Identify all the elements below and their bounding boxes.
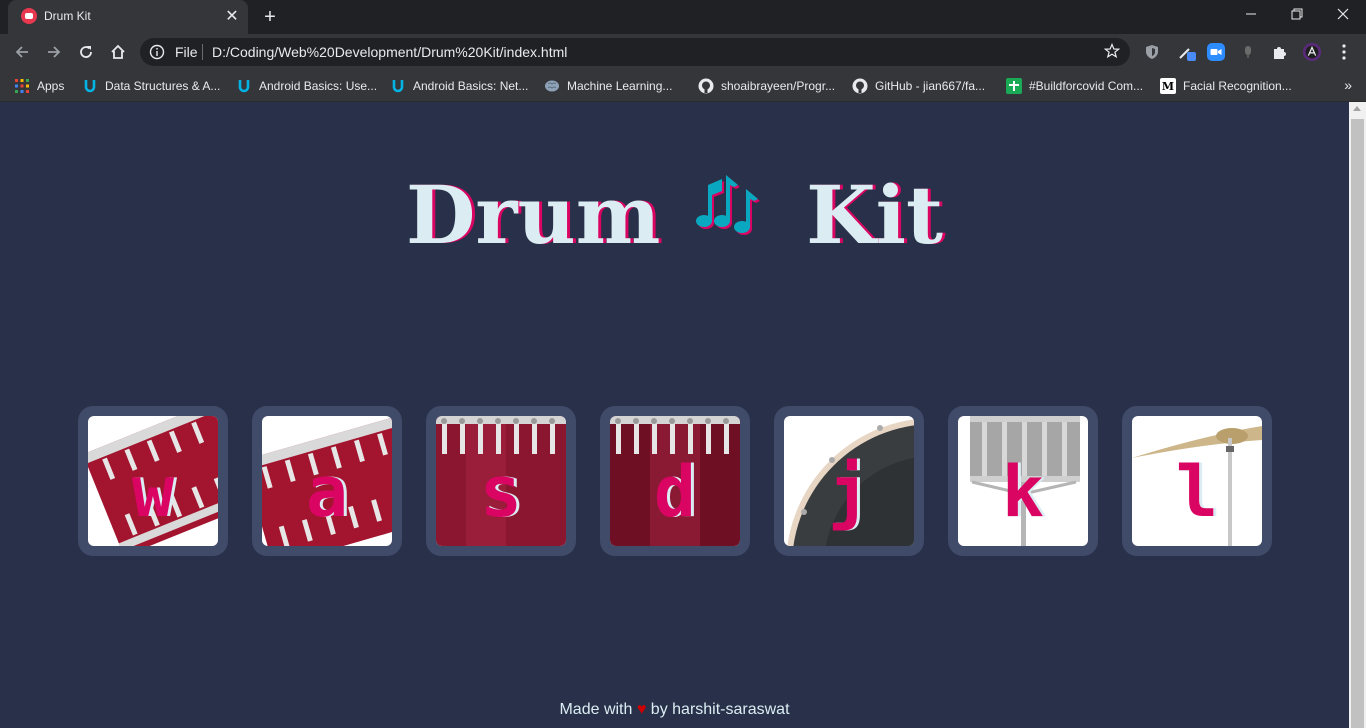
key-letter: a — [305, 451, 349, 533]
bookmark-item[interactable]: GitHub - jian667/fa... — [852, 77, 985, 95]
tab-title: Drum Kit — [44, 9, 91, 23]
bookmark-label: Machine Learning... — [567, 79, 673, 93]
address-bar[interactable]: File D:/Coding/Web%20Development/Drum%20… — [140, 38, 1130, 66]
bookmark-item[interactable]: shoaibrayeen/Progr... — [698, 77, 835, 95]
drum-key-l[interactable]: l — [1122, 406, 1272, 556]
drum-image: a — [262, 416, 392, 546]
drum-key-d[interactable]: d — [600, 406, 750, 556]
drum-key-k[interactable]: k — [948, 406, 1098, 556]
profile-avatar-icon[interactable] — [1302, 42, 1322, 62]
bookmark-label: Android Basics: Net... — [413, 79, 529, 93]
bookmark-item[interactable]: Android Basics: Use... — [236, 77, 377, 95]
close-window-button[interactable] — [1320, 0, 1366, 30]
key-letter: k — [1001, 451, 1045, 533]
new-tab-button[interactable]: + — [258, 5, 282, 29]
title-kit: Kit — [806, 168, 943, 262]
bookmarks-bar: Apps Data Structures & A... Android Basi… — [0, 70, 1366, 102]
bookmark-item[interactable]: M Facial Recognition... — [1160, 77, 1292, 95]
bookmark-label: Android Basics: Use... — [259, 79, 378, 93]
title-drum: Drum — [406, 168, 661, 262]
bookmark-label: shoaibrayeen/Progr... — [721, 79, 836, 93]
home-icon[interactable] — [106, 40, 130, 64]
drum-key-w[interactable]: w — [78, 406, 228, 556]
zoom-extension-icon[interactable] — [1206, 42, 1226, 62]
heart-icon: ♥ — [636, 701, 647, 718]
eyedropper-extension-icon[interactable] — [1176, 42, 1196, 62]
drum-key-a[interactable]: a — [252, 406, 402, 556]
key-letter: j — [827, 451, 871, 533]
drum-image: k — [958, 416, 1088, 546]
bookmark-label: GitHub - jian667/fa... — [875, 79, 986, 93]
bookmark-star-icon[interactable] — [1103, 42, 1121, 64]
github-icon — [852, 78, 868, 94]
bookmarks-overflow-button[interactable]: » — [1344, 77, 1352, 93]
key-letter: w — [131, 451, 175, 533]
drum-image: s — [436, 416, 566, 546]
bookmark-label: Data Structures & A... — [105, 79, 221, 93]
url-scheme: File — [175, 44, 198, 60]
drum-image: d — [610, 416, 740, 546]
key-letter: s — [479, 451, 523, 533]
udacity-icon — [236, 78, 252, 94]
drum-key-j[interactable]: j — [774, 406, 924, 556]
bookmark-label: #Buildforcovid Com... — [1029, 79, 1144, 93]
restore-button[interactable] — [1274, 0, 1320, 30]
drum-keys-row: w a s d j k l — [78, 406, 1272, 556]
page-footer: Made with ♥ by harshit-saraswat — [0, 701, 1349, 719]
page-title: Drum Kit — [0, 165, 1349, 265]
drum-favicon-icon — [21, 8, 37, 24]
reload-icon[interactable] — [74, 40, 98, 64]
brain-icon — [544, 78, 560, 94]
url-text[interactable]: D:/Coding/Web%20Development/Drum%20Kit/i… — [212, 44, 567, 60]
puzzle-extensions-icon[interactable] — [1270, 42, 1290, 62]
browser-toolbar: File D:/Coding/Web%20Development/Drum%20… — [0, 34, 1366, 70]
bookmark-item[interactable]: Data Structures & A... — [82, 77, 220, 95]
shield-extension-icon[interactable] — [1142, 42, 1162, 62]
back-arrow-icon[interactable] — [10, 40, 34, 64]
scroll-up-arrow-icon[interactable] — [1353, 106, 1361, 111]
devpost-icon — [1006, 78, 1022, 94]
drum-image: j — [784, 416, 914, 546]
apps-grid-icon — [14, 78, 30, 94]
bookmark-apps[interactable]: Apps — [14, 77, 64, 95]
footer-author: by harshit-saraswat — [650, 701, 790, 718]
medium-icon: M — [1160, 78, 1176, 94]
tab-strip: Drum Kit ✕ + — [0, 0, 1366, 34]
udacity-icon — [82, 78, 98, 94]
footer-prefix: Made with — [559, 701, 633, 718]
drum-key-s[interactable]: s — [426, 406, 576, 556]
github-icon — [698, 78, 714, 94]
bookmark-item[interactable]: Machine Learning... — [544, 77, 672, 95]
tab-close-button[interactable]: ✕ — [222, 7, 242, 27]
key-letter: l — [1175, 451, 1219, 533]
bookmark-label: Facial Recognition... — [1183, 79, 1292, 93]
music-notes-icon — [696, 175, 761, 235]
udacity-icon — [390, 78, 406, 94]
scroll-thumb[interactable] — [1351, 119, 1364, 728]
bookmark-label: Apps — [37, 79, 65, 93]
url-separator — [202, 44, 203, 60]
browser-tab[interactable]: Drum Kit ✕ — [8, 0, 248, 34]
bookmark-item[interactable]: #Buildforcovid Com... — [1006, 77, 1143, 95]
chrome-menu-icon[interactable] — [1334, 42, 1354, 62]
site-info-icon[interactable] — [149, 44, 165, 65]
page-scrollbar[interactable] — [1349, 102, 1366, 728]
bookmark-item[interactable]: Android Basics: Net... — [390, 77, 528, 95]
minimize-button[interactable] — [1228, 0, 1274, 30]
forward-arrow-icon[interactable] — [42, 40, 66, 64]
key-letter: d — [653, 451, 697, 533]
microphone-extension-icon[interactable] — [1238, 42, 1258, 62]
drum-image: l — [1132, 416, 1262, 546]
drum-image: w — [88, 416, 218, 546]
